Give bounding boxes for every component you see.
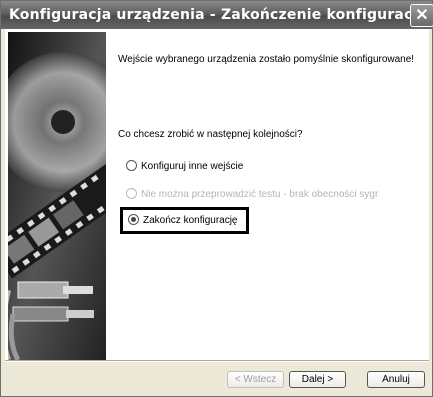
radio-button-icon (126, 188, 137, 199)
radio-button-icon[interactable] (128, 214, 139, 225)
cancel-button[interactable]: Anuluj (367, 371, 425, 388)
next-button[interactable]: Dalej > (289, 371, 346, 388)
title-bar[interactable]: Konfiguracja urządzenia - Zakończenie ko… (1, 1, 433, 29)
footer-separator (5, 360, 429, 362)
window-title: Konfiguracja urządzenia - Zakończenie ko… (9, 7, 423, 23)
film-disc-usb-banner (8, 32, 106, 360)
close-icon[interactable]: ✕ (410, 4, 433, 27)
radio-label: Nie można przeprowadzić testu - brak obe… (141, 189, 379, 200)
radio-test-unavailable: Nie można przeprowadzić testu - brak obe… (126, 188, 378, 200)
wizard-body: Wejście wybranego urządzenia zostało pom… (5, 29, 429, 360)
radio-finish-configuration[interactable]: Zakończ konfigurację (128, 214, 238, 226)
radio-label: Konfiguruj inne wejście (141, 161, 244, 172)
success-message: Wejście wybranego urządzenia zostało pom… (118, 54, 415, 65)
content-area: Wejście wybranego urządzenia zostało pom… (118, 29, 428, 360)
radio-label: Zakończ konfigurację (143, 215, 238, 226)
next-step-question: Co chcesz zrobić w następnej kolejności? (118, 129, 303, 140)
back-button[interactable]: < Wstecz (227, 371, 284, 388)
radio-configure-other-input[interactable]: Konfiguruj inne wejście (126, 160, 243, 172)
wizard-window: Konfiguracja urządzenia - Zakończenie ko… (0, 0, 433, 397)
radio-button-icon[interactable] (126, 160, 137, 171)
